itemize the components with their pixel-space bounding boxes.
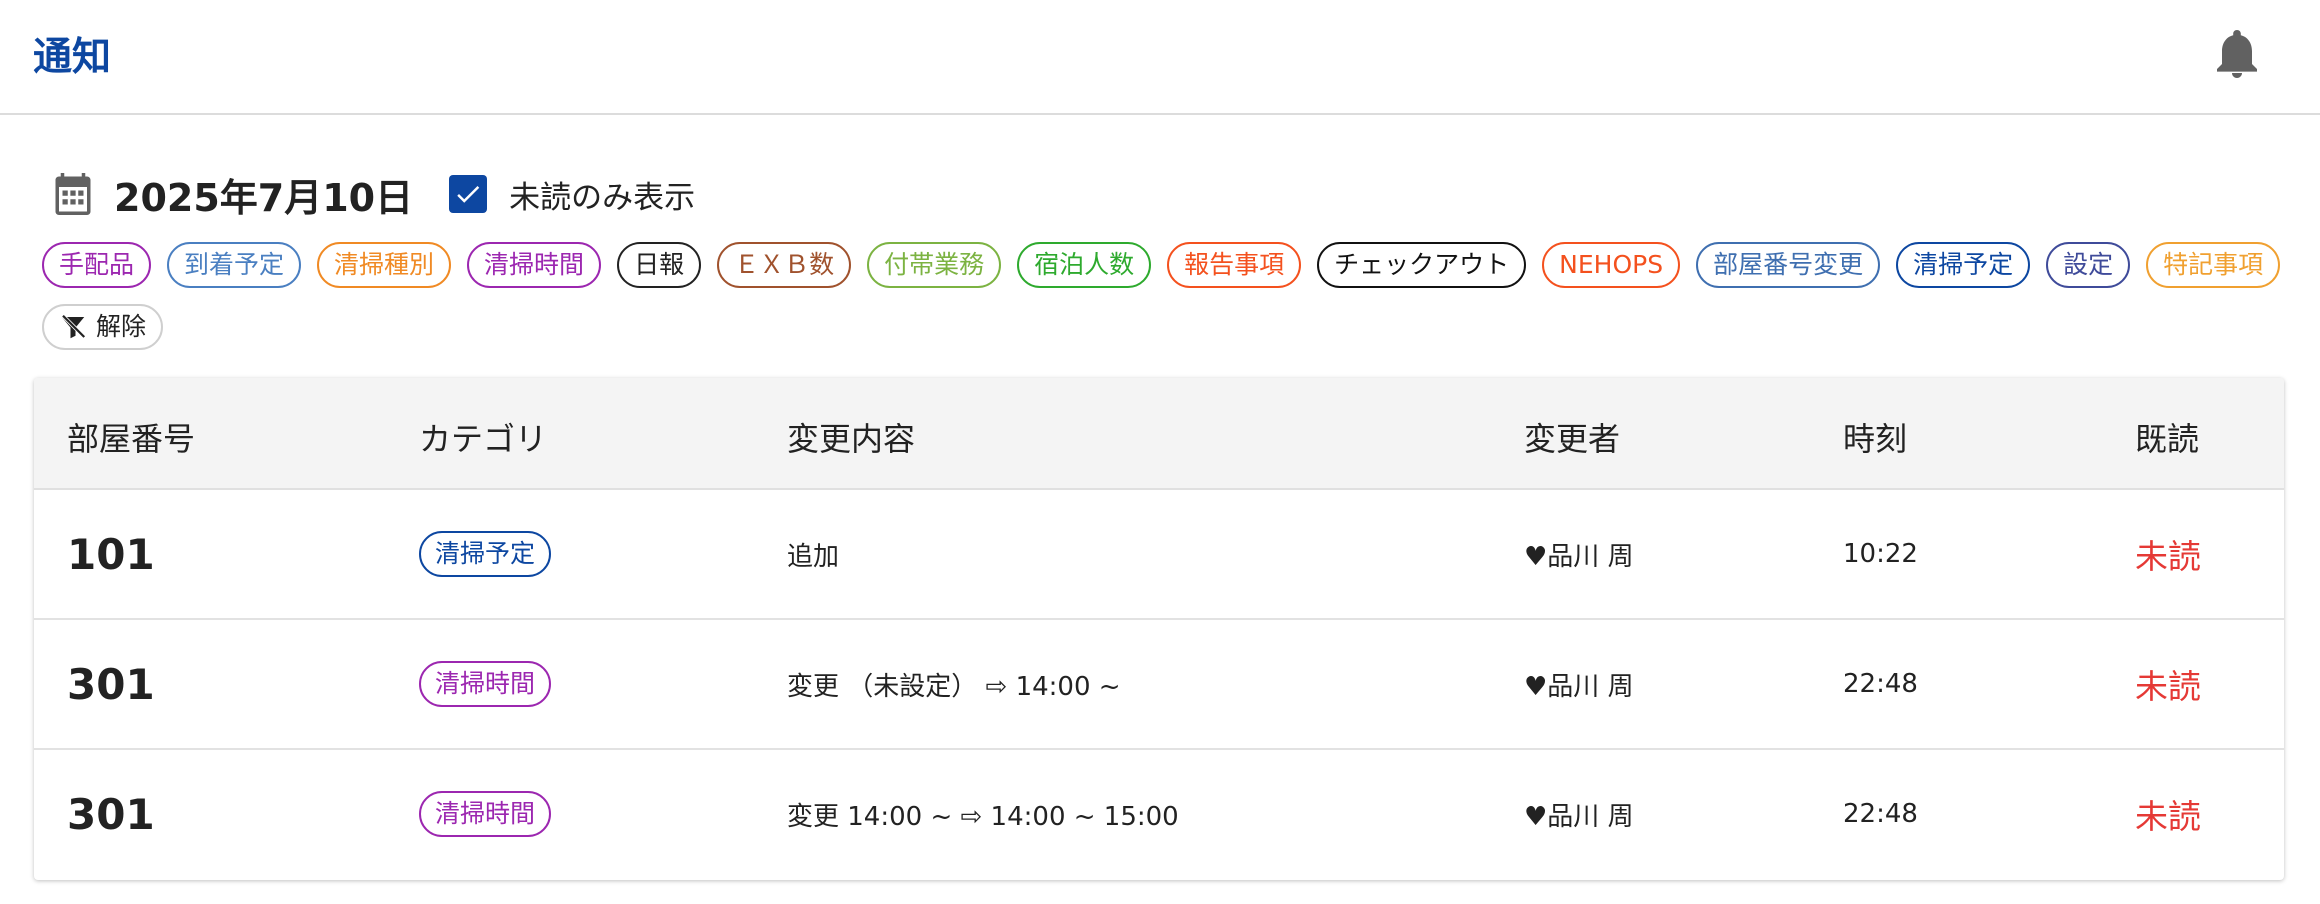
filter-chip[interactable]: 清掃種別 [317, 242, 452, 288]
filter-chip[interactable]: 到着予定 [167, 242, 302, 288]
header-room[interactable]: 部屋番号 [67, 414, 195, 460]
filter-chip[interactable]: 清掃予定 [1896, 242, 2031, 288]
clear-filter-label: 解除 [96, 312, 147, 341]
changer-name: ♥品川 周 [1524, 671, 1634, 702]
date-filter-row: 2025年7月10日 未読のみ表示 [52, 166, 695, 222]
table-row[interactable]: 101 清掃予定 追加 ♥品川 周 10:22 未読 [34, 490, 2284, 620]
change-time: 22:48 [1843, 669, 1918, 699]
selected-date[interactable]: 2025年7月10日 [114, 167, 413, 222]
page-title: 通知 [33, 35, 112, 80]
filter-chip[interactable]: 報告事項 [1167, 242, 1302, 288]
filter-chip[interactable]: チェックアウト [1317, 242, 1527, 288]
app-header: 通知 [0, 0, 2320, 115]
check-icon [457, 186, 480, 203]
filter-chip[interactable]: 特記事項 [2146, 242, 2281, 288]
clear-filter-chip[interactable]: 解除 [42, 304, 164, 350]
read-status[interactable]: 未読 [2135, 790, 2201, 838]
room-number: 301 [67, 789, 155, 839]
filter-chip[interactable]: ＥＸＢ数 [717, 242, 852, 288]
unread-only-label[interactable]: 未読のみ表示 [509, 172, 695, 217]
change-content: 変更 （未設定） ⇨ 14:00 ~ [787, 671, 1121, 702]
filter-chip[interactable]: 部屋番号変更 [1696, 242, 1881, 288]
category-badge: 清掃時間 [419, 791, 552, 837]
unread-only-checkbox[interactable] [449, 175, 488, 213]
change-content: 変更 14:00 ~ ⇨ 14:00 ~ 15:00 [787, 801, 1179, 832]
changer-name: ♥品川 周 [1524, 801, 1634, 832]
category-filter-chips: 手配品 到着予定 清掃種別 清掃時間 日報 ＥＸＢ数 付帯業務 宿泊人数 報告事項 チェックアウト… [42, 242, 2282, 350]
filter-chip[interactable]: NEHOPS [1542, 242, 1681, 288]
table-row[interactable]: 301 清掃時間 変更 （未設定） ⇨ 14:00 ~ ♥品川 周 22:48 未読 [34, 620, 2284, 750]
change-time: 10:22 [1843, 539, 1918, 569]
table-row[interactable]: 301 清掃時間 変更 14:00 ~ ⇨ 14:00 ~ 15:00 ♥品川 周 22… [34, 750, 2284, 880]
header-change[interactable]: 変更内容 [787, 414, 915, 460]
filter-chip[interactable]: 宿泊人数 [1017, 242, 1152, 288]
filter-chip[interactable]: 手配品 [42, 242, 152, 288]
read-status[interactable]: 未読 [2135, 660, 2201, 708]
changer-name: ♥品川 周 [1524, 541, 1634, 572]
header-read[interactable]: 既読 [2135, 414, 2199, 460]
change-content: 追加 [787, 541, 840, 572]
table-body: 101 清掃予定 追加 ♥品川 周 10:22 未読 301 清掃時間 変更 （未設定） ⇨ 1… [34, 490, 2284, 880]
header-time[interactable]: 時刻 [1843, 414, 1907, 460]
header-category[interactable]: カテゴリ [419, 414, 547, 460]
read-status[interactable]: 未読 [2135, 530, 2201, 578]
category-badge: 清掃予定 [419, 531, 552, 577]
category-badge: 清掃時間 [419, 661, 552, 707]
notifications-table: 部屋番号 カテゴリ 変更内容 変更者 時刻 既読 101 清掃予定 追加 ♥品川 周1… [34, 378, 2284, 880]
filter-chip[interactable]: 設定 [2046, 242, 2131, 288]
change-time: 22:48 [1843, 799, 1918, 829]
bell-icon[interactable] [2213, 28, 2261, 80]
filter-chip[interactable]: 清掃時間 [467, 242, 602, 288]
calendar-icon[interactable] [52, 171, 94, 217]
filter-chip[interactable]: 付帯業務 [867, 242, 1002, 288]
room-number: 101 [67, 529, 155, 579]
filter-off-icon [61, 314, 86, 339]
header-changer[interactable]: 変更者 [1524, 414, 1620, 460]
filter-chip[interactable]: 日報 [617, 242, 702, 288]
room-number: 301 [67, 659, 155, 709]
table-header: 部屋番号 カテゴリ 変更内容 変更者 時刻 既読 [34, 378, 2284, 490]
